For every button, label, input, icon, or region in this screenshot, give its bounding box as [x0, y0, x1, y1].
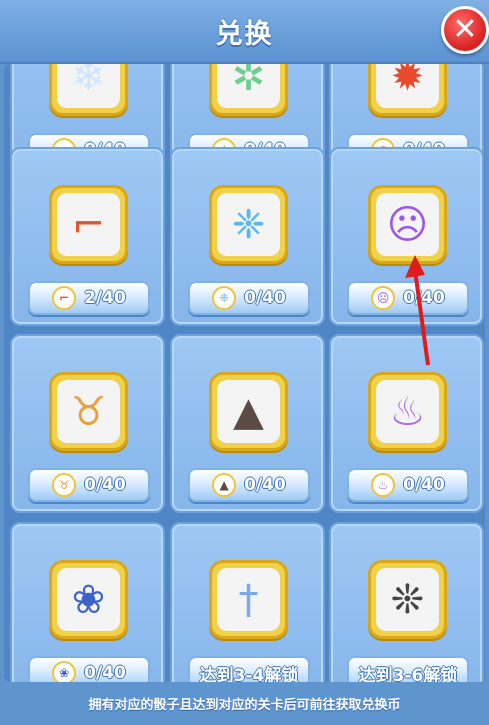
- locked-button[interactable]: 达到3-6解锁: [347, 656, 469, 682]
- dice-icon-frame: ⌐: [49, 185, 128, 264]
- altar-icon: ♨: [371, 473, 396, 497]
- count-label: 0/40: [244, 288, 286, 308]
- exchange-card[interactable]: ▲ ▲ 0/40: [170, 334, 325, 513]
- exchange-card[interactable]: ♉ ♉ 0/40: [10, 334, 165, 513]
- dice-icon-frame: ❈: [209, 185, 288, 264]
- title-bar: 兑换 ✕: [0, 0, 489, 64]
- volcano-icon: ▲: [212, 473, 237, 497]
- ghost-icon: ☹: [376, 193, 439, 256]
- count-button[interactable]: ♨ 0/40: [347, 468, 469, 502]
- count-button[interactable]: ❀ 0/40: [28, 656, 150, 682]
- dice-icon-frame: ✲: [209, 64, 288, 116]
- page-title: 兑换: [215, 19, 274, 50]
- ice-crystal-icon: ❈: [217, 193, 280, 256]
- revolver-icon: ⌐: [57, 193, 120, 256]
- dice-icon-frame: ❀: [49, 560, 128, 639]
- bull-icon: ♉: [52, 473, 77, 497]
- revolver-icon: ⌐: [52, 286, 77, 310]
- count-label: 0/40: [84, 663, 126, 682]
- frost-icon: ❄: [57, 64, 120, 108]
- exchange-card[interactable]: ❈ ❈ 0/40: [170, 147, 325, 326]
- sword-icon: †: [217, 568, 280, 631]
- red-arrow-annotation: [405, 255, 430, 366]
- fireball-icon: ✹: [376, 64, 439, 108]
- bull-icon: ♉: [57, 380, 120, 443]
- exchange-card[interactable]: ❀ ❀ 0/40: [10, 522, 165, 682]
- dice-icon-frame: ❄: [49, 64, 128, 116]
- ghost-icon: ☹: [371, 286, 396, 310]
- exchange-grid: ❄❄0/40✲✲0/40✹✹0/40⌐⌐2/40❈❈0/40☹☹0/40♉♉0/…: [4, 64, 485, 682]
- dice-icon-frame: †: [209, 560, 288, 639]
- ice-crystal-icon: ❈: [212, 286, 237, 310]
- close-button[interactable]: ✕: [441, 6, 489, 54]
- count-label: 0/40: [244, 475, 286, 495]
- exchange-card[interactable]: ❊ 达到3-6解锁: [329, 522, 484, 682]
- count-label: 达到3-4解锁: [199, 665, 299, 683]
- close-icon: ✕: [452, 12, 478, 47]
- lotus-icon: ❀: [57, 568, 120, 631]
- count-button[interactable]: ❈ 0/40: [188, 281, 310, 315]
- locked-button[interactable]: 达到3-4解锁: [188, 656, 310, 682]
- altar-icon: ♨: [376, 380, 439, 443]
- dice-icon-frame: ♨: [368, 372, 447, 451]
- leaf-icon: ✲: [217, 64, 280, 108]
- dice-icon-frame: ▲: [209, 372, 288, 451]
- count-label: 0/40: [403, 475, 445, 495]
- web-icon: ❊: [376, 568, 439, 631]
- count-label: 2/40: [84, 288, 126, 308]
- count-label: 0/40: [84, 475, 126, 495]
- exchange-card[interactable]: ⌐ ⌐ 2/40: [10, 147, 165, 326]
- count-button[interactable]: ⌐ 2/40: [28, 281, 150, 315]
- lotus-icon: ❀: [52, 661, 77, 682]
- dice-icon-frame: ♉: [49, 372, 128, 451]
- dice-icon-frame: ✹: [368, 64, 447, 116]
- count-button[interactable]: ♉ 0/40: [28, 468, 150, 502]
- exchange-card[interactable]: † 达到3-4解锁: [170, 522, 325, 682]
- footer-hint: 拥有对应的骰子且达到对应的关卡后可前往获取兑换币: [0, 682, 489, 725]
- count-label: 达到3-6解锁: [358, 665, 458, 683]
- dice-icon-frame: ❊: [368, 560, 447, 639]
- volcano-icon: ▲: [217, 380, 280, 443]
- count-button[interactable]: ▲ 0/40: [188, 468, 310, 502]
